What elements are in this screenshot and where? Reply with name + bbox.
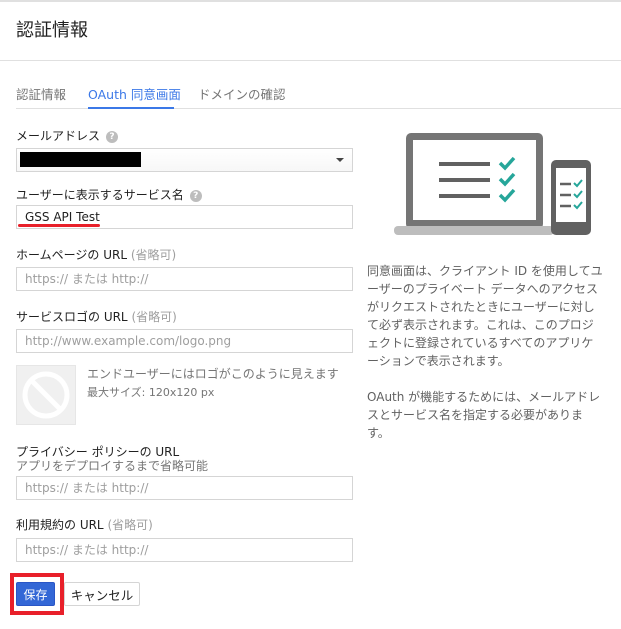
tos-url-input[interactable] — [16, 538, 353, 562]
help-icon[interactable]: ? — [106, 131, 119, 143]
privacy-url-input[interactable] — [16, 476, 353, 500]
cancel-button[interactable]: キャンセル — [64, 582, 140, 606]
optional-tag: (省略可) — [131, 310, 177, 324]
info-panel: 同意画面は、クライアント ID を使用してユーザーのプライベート データへのアク… — [367, 262, 603, 442]
logo-url-input[interactable] — [16, 329, 353, 353]
privacy-sublabel: アプリをデプロイするまで省略可能 — [16, 459, 209, 473]
homepage-url-input[interactable] — [16, 267, 353, 291]
tos-label: 利用規約の URL (省略可) — [16, 516, 153, 533]
chevron-down-icon — [336, 158, 344, 162]
email-label-text: メールアドレス — [16, 129, 101, 143]
logo-preview — [16, 365, 76, 425]
logo-preview-text: エンドユーザーにはロゴがこのように見えます — [87, 367, 339, 381]
optional-tag: (省略可) — [107, 518, 153, 532]
header-divider — [0, 60, 621, 61]
service-name-label-text: ユーザーに表示するサービス名 — [16, 188, 184, 202]
email-label: メールアドレス? — [16, 127, 119, 144]
logo-label: サービスロゴの URL (省略可) — [16, 308, 177, 325]
save-button[interactable]: 保存 — [16, 582, 55, 606]
tab-oauth-consent[interactable]: OAuth 同意画面 — [88, 84, 181, 103]
optional-tag: (省略可) — [130, 248, 177, 262]
help-icon[interactable]: ? — [189, 190, 202, 202]
tos-label-text: 利用規約の URL — [16, 518, 104, 532]
homepage-label-text: ホームページの URL — [16, 248, 128, 262]
red-underline-annotation — [18, 224, 100, 227]
tab-credentials[interactable]: 認証情報 — [16, 84, 66, 103]
email-select[interactable] — [16, 148, 353, 172]
service-name-label: ユーザーに表示するサービス名? — [16, 186, 202, 203]
tab-domain-verification[interactable]: ドメインの確認 — [198, 84, 286, 103]
logo-label-text: サービスロゴの URL — [16, 310, 128, 324]
homepage-label: ホームページの URL (省略可) — [16, 246, 176, 263]
logo-max-size: 最大サイズ: 120x120 px — [87, 386, 215, 399]
info-paragraph-consent: 同意画面は、クライアント ID を使用してユーザーのプライベート データへのアク… — [367, 264, 603, 368]
consent-screen-illustration — [394, 133, 591, 235]
redacted-email — [20, 152, 141, 167]
active-tab-indicator — [88, 107, 174, 109]
info-paragraph-requirements: OAuth が機能するためには、メールアドレスとサービス名を指定する必要がありま… — [367, 390, 601, 440]
page-title: 認証情報 — [16, 20, 88, 41]
no-image-icon — [22, 371, 70, 419]
top-border — [0, 0, 621, 2]
